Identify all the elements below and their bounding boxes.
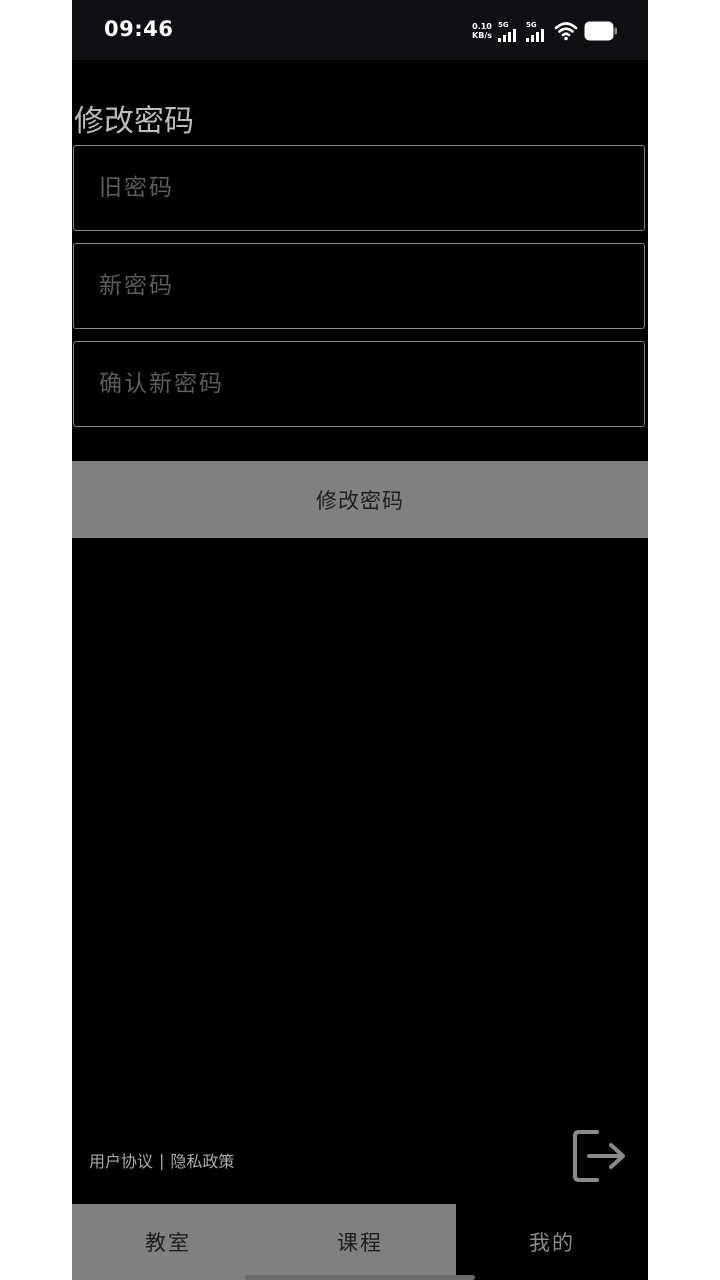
confirm-password-field[interactable] — [73, 341, 645, 427]
tab-mine[interactable]: 我的 — [456, 1204, 648, 1280]
change-password-button[interactable]: 修改密码 — [72, 461, 648, 538]
wifi-icon — [554, 22, 578, 41]
signal-bars-icon — [498, 28, 516, 42]
bottom-tab-bar: 教室 课程 我的 — [72, 1204, 648, 1280]
network-speed-value: 0.10 — [472, 22, 492, 31]
home-indicator[interactable] — [245, 1275, 475, 1280]
tab-courses[interactable]: 课程 — [264, 1204, 456, 1280]
signal-5g-1: 5G — [498, 21, 520, 42]
footer-separator: | — [159, 1150, 165, 1170]
signal-label-1: 5G — [498, 20, 509, 29]
signal-bars-icon — [526, 28, 544, 42]
privacy-policy-link[interactable]: 隐私政策 — [170, 1148, 234, 1172]
signal-label-2: 5G — [526, 20, 537, 29]
logout-icon[interactable] — [571, 1128, 629, 1184]
battery-icon — [584, 21, 617, 41]
old-password-input[interactable] — [74, 146, 644, 230]
footer-links: 用户协议 | 隐私政策 — [89, 1148, 234, 1172]
signal-5g-2: 5G — [526, 21, 548, 42]
new-password-input[interactable] — [74, 244, 644, 328]
user-agreement-link[interactable]: 用户协议 — [89, 1148, 153, 1172]
page-title: 修改密码 — [74, 104, 194, 139]
status-bar: 09:46 0.10 KB/s 5G 5G — [72, 0, 648, 60]
old-password-field[interactable] — [73, 145, 645, 231]
confirm-password-input[interactable] — [74, 342, 644, 426]
network-speed: 0.10 KB/s — [472, 22, 492, 40]
network-speed-unit: KB/s — [472, 31, 492, 40]
status-time: 09:46 — [104, 17, 174, 41]
status-icons: 0.10 KB/s 5G 5G — [472, 18, 618, 44]
new-password-field[interactable] — [73, 243, 645, 329]
tab-classroom[interactable]: 教室 — [72, 1204, 264, 1280]
app-screen: 09:46 0.10 KB/s 5G 5G 修改密码 修改密码 用户协议 | 隐… — [72, 0, 648, 1280]
